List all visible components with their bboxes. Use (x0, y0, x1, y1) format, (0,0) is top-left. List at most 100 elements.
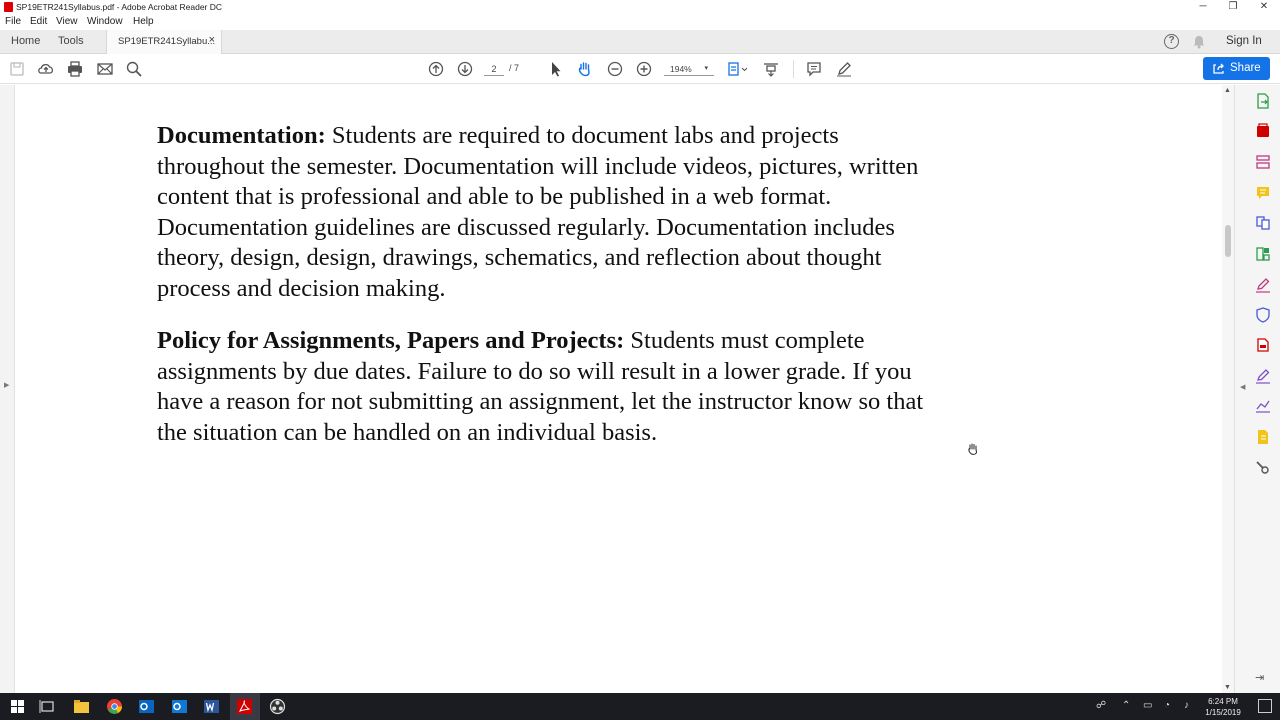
more-tools-icon[interactable] (1255, 429, 1271, 445)
menu-file[interactable]: File (5, 16, 21, 27)
page-number-input[interactable]: 2 (484, 62, 504, 76)
battery-icon[interactable]: ▭ (1143, 700, 1152, 711)
tab-tools[interactable]: Tools (58, 35, 84, 47)
paragraph-line: the situation can be handled on an indiv… (157, 418, 658, 446)
page-total-label: / 7 (509, 63, 520, 73)
scroll-mode-icon[interactable] (762, 60, 780, 78)
close-window-button[interactable]: ✕ (1248, 0, 1280, 15)
expand-left-pane-icon[interactable]: ▶ (4, 381, 9, 389)
paragraph-line: theory, design, design, drawings, schema… (157, 244, 882, 272)
select-cursor-icon[interactable] (547, 60, 565, 78)
hand-cursor-icon (968, 443, 978, 455)
scrollbar-thumb[interactable] (1225, 225, 1231, 257)
volume-icon[interactable]: ♪ (1184, 700, 1189, 711)
fill-form-icon[interactable] (1255, 398, 1271, 414)
pin-tools-pane-icon[interactable]: ⇥ (1255, 671, 1264, 684)
paragraph-line: have a reason for not submitting an assi… (157, 388, 924, 416)
close-tab-icon[interactable]: × (209, 34, 215, 46)
sign-icon[interactable] (1255, 368, 1271, 384)
paragraph-line: throughout the semester. Documentation w… (157, 152, 919, 180)
chevron-down-icon: ▾ (704, 65, 708, 72)
menu-bar: File Edit View Window Help (0, 15, 1280, 30)
vertical-scrollbar[interactable]: ▲ ▼ (1222, 85, 1234, 693)
documentation-paragraph: Documentation: Students are required to … (157, 121, 1057, 305)
organize-pages-icon[interactable] (1255, 246, 1271, 262)
protect-icon[interactable] (1255, 307, 1271, 323)
edit-pdf-icon[interactable] (1255, 154, 1271, 170)
paragraph-line: content that is professional and able to… (157, 183, 832, 211)
collapse-tools-pane-icon[interactable]: ◀ (1240, 383, 1245, 391)
tray-overflow-icon[interactable]: ⌃ (1122, 700, 1130, 711)
toolbar-divider (793, 60, 794, 78)
documentation-heading: Documentation: (157, 122, 326, 149)
window-title: SP19ETR241Syllabus.pdf - Adobe Acrobat R… (16, 2, 223, 12)
zoom-in-icon[interactable] (635, 60, 653, 78)
zoom-level-value: 194% (670, 64, 692, 74)
title-bar: SP19ETR241Syllabus.pdf - Adobe Acrobat R… (0, 0, 1280, 15)
wifi-icon[interactable]: ◔ (1164, 700, 1170, 711)
start-icon[interactable] (8, 697, 27, 716)
clock-date: 1/15/2019 (1205, 708, 1241, 717)
restore-button[interactable]: ❐ (1217, 0, 1249, 15)
word-icon[interactable] (202, 697, 221, 716)
combine-files-icon[interactable] (1255, 215, 1271, 231)
help-icon[interactable]: ? (1164, 34, 1179, 49)
sign-in-link[interactable]: Sign In (1226, 35, 1262, 47)
print-icon[interactable] (66, 60, 84, 78)
create-pdf-icon[interactable] (1255, 123, 1271, 139)
menu-edit[interactable]: Edit (30, 16, 47, 27)
clock-time: 6:24 PM (1208, 697, 1238, 706)
share-icon (1213, 63, 1224, 74)
upload-icon[interactable] (37, 60, 55, 78)
file-explorer-icon[interactable] (72, 697, 91, 716)
acrobat-app-icon (4, 2, 13, 12)
share-button[interactable]: Share (1203, 57, 1270, 80)
action-center-icon[interactable] (1258, 699, 1272, 713)
paragraph-line: Students are required to document labs a… (325, 122, 839, 149)
scroll-down-icon[interactable]: ▼ (1224, 684, 1231, 691)
taskbar-clock[interactable]: 6:24 PM 1/15/2019 (1198, 696, 1248, 718)
minimize-button[interactable]: ─ (1187, 0, 1219, 15)
page-view-icon[interactable] (727, 60, 749, 78)
outlook-icon[interactable] (137, 697, 156, 716)
menu-help[interactable]: Help (133, 16, 154, 27)
comment-icon[interactable] (805, 60, 823, 78)
outlook-icon-2[interactable] (170, 697, 189, 716)
policy-paragraph: Policy for Assignments, Papers and Proje… (157, 326, 1057, 448)
highlight-pen-icon[interactable] (835, 60, 853, 78)
scroll-up-icon[interactable]: ▲ (1224, 87, 1231, 94)
save-icon[interactable] (8, 60, 26, 78)
zoom-out-icon[interactable] (606, 60, 624, 78)
search-icon[interactable] (125, 60, 143, 78)
people-icon[interactable]: ☍ (1096, 700, 1106, 711)
menu-view[interactable]: View (56, 16, 78, 27)
comment-tool-icon[interactable] (1255, 185, 1271, 201)
obs-icon[interactable] (268, 697, 287, 716)
document-viewer[interactable]: ▶ Documentation: Students are required t… (0, 85, 1222, 693)
tab-home[interactable]: Home (11, 35, 40, 47)
tab-document[interactable]: SP19ETR241Syllabu... × (106, 30, 222, 54)
acrobat-icon[interactable] (235, 697, 254, 716)
zoom-level-select[interactable]: 194% ▾ (664, 62, 714, 76)
chrome-icon[interactable] (105, 697, 124, 716)
windows-taskbar: ☍ ⌃ ▭ ◔ ♪ 6:24 PM 1/15/2019 (0, 693, 1280, 720)
email-icon[interactable] (96, 60, 114, 78)
export-pdf-icon[interactable] (1255, 93, 1271, 109)
notification-bell-icon[interactable] (1192, 35, 1206, 49)
right-tools-pane: ◀ ⇥ (1234, 85, 1280, 693)
customize-icon[interactable] (1255, 460, 1271, 476)
fill-sign-icon[interactable] (1255, 277, 1271, 293)
next-page-icon[interactable] (456, 60, 474, 78)
toolbar: 2 / 7 194% ▾ Share (0, 54, 1280, 84)
send-for-review-icon[interactable] (1255, 337, 1271, 353)
paragraph-line: process and decision making. (157, 274, 446, 302)
menu-window[interactable]: Window (87, 16, 123, 27)
paragraph-line: Documentation guidelines are discussed r… (157, 213, 895, 241)
left-navigation-pane: ▶ (0, 85, 15, 693)
policy-heading: Policy for Assignments, Papers and Proje… (157, 327, 625, 354)
previous-page-icon[interactable] (427, 60, 445, 78)
share-label: Share (1230, 62, 1261, 74)
hand-tool-icon[interactable] (576, 60, 594, 78)
task-view-icon[interactable] (38, 697, 57, 716)
paragraph-line: assignments by due dates. Failure to do … (157, 357, 912, 385)
